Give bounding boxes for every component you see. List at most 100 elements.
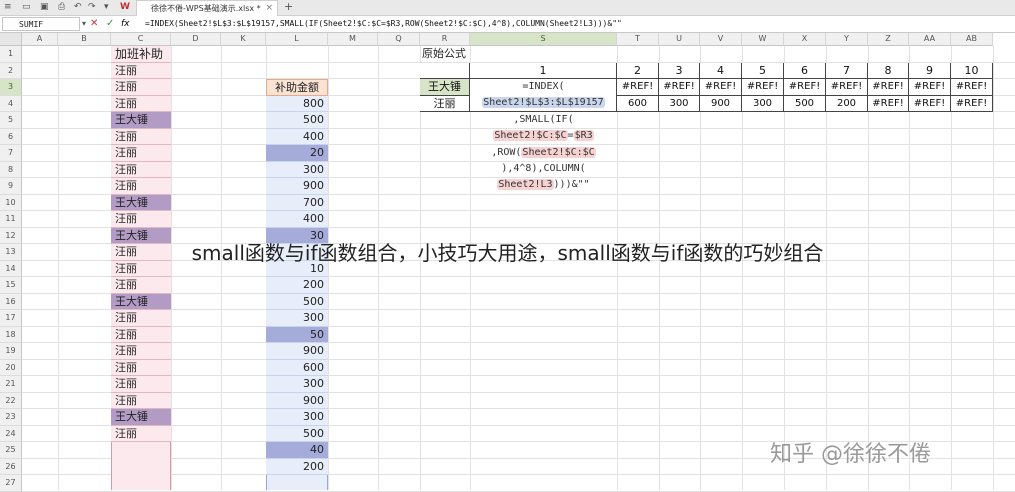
cell-l19[interactable]: 900 [266,343,328,360]
row-header-18[interactable]: 18 [0,326,22,343]
cell-l21[interactable]: 300 [266,376,328,393]
cell-c19[interactable]: 汪丽 [111,343,171,360]
column-header-aa[interactable]: AA [909,33,951,46]
table-col-number[interactable]: 7 [826,62,868,79]
column-header-u[interactable]: U [659,33,700,46]
column-header-d[interactable]: D [171,33,221,46]
cell-l24[interactable]: 500 [266,425,328,442]
row-header-17[interactable]: 17 [0,310,22,327]
column-header-x[interactable]: X [784,33,826,46]
result-cell-r4[interactable]: 500 [784,95,826,112]
table-col-number[interactable]: 5 [742,62,784,79]
result-cell-r4[interactable]: 200 [826,95,868,112]
result-cell-r4[interactable]: #REF! [868,95,909,112]
table-col-number[interactable]: 4 [700,62,742,79]
enter-icon[interactable]: ✓ [106,17,114,31]
row-header-6[interactable]: 6 [0,128,22,145]
cell-l10[interactable]: 700 [266,194,328,211]
new-tab-button[interactable]: + [284,0,293,13]
column-header-q[interactable]: Q [378,33,420,46]
undo-icon[interactable]: ↶ [74,2,82,12]
cell-c7[interactable]: 汪丽 [111,145,171,162]
save-icon[interactable]: ▣ [40,2,49,12]
cell-c10[interactable]: 王大锤 [111,194,171,211]
table-col-number[interactable]: 9 [909,62,951,79]
column-l-header[interactable]: 补助金额 [266,79,328,96]
folder-icon[interactable]: ▭ [22,2,31,12]
column-header-k[interactable]: K [221,33,266,46]
cell-l20[interactable]: 600 [266,359,328,376]
cell-c6[interactable]: 汪丽 [111,128,171,145]
row-header-10[interactable]: 10 [0,194,22,211]
cell-c21[interactable]: 汪丽 [111,376,171,393]
cancel-icon[interactable]: ✕ [90,17,98,31]
cell-c8[interactable]: 汪丽 [111,161,171,178]
select-all-corner[interactable] [0,33,22,46]
column-header-z[interactable]: Z [868,33,909,46]
table-col-number[interactable]: 6 [784,62,826,79]
column-header-y[interactable]: Y [826,33,868,46]
column-header-m[interactable]: M [328,33,378,46]
table-col-number[interactable]: 2 [617,62,659,79]
cell-c20[interactable]: 汪丽 [111,359,171,376]
cell-l4[interactable]: 800 [266,95,328,112]
formula-input[interactable]: =INDEX(Sheet2!$L$3:$L$19157,SMALL(IF(She… [145,17,1010,31]
row-header-1[interactable]: 1 [0,46,22,63]
row-header-8[interactable]: 8 [0,161,22,178]
row-header-5[interactable]: 5 [0,112,22,129]
cell-c3[interactable]: 汪丽 [111,79,171,96]
column-header-w[interactable]: W [742,33,784,46]
result-cell-r4[interactable]: 900 [700,95,742,112]
cell-l25[interactable]: 40 [266,442,328,459]
redo-icon[interactable]: ↷ [88,2,96,12]
result-cell-r3[interactable]: #REF! [742,79,784,96]
result-cell-r3[interactable]: #REF! [617,79,659,96]
cell-l22[interactable]: 900 [266,392,328,409]
cell-l6[interactable]: 400 [266,128,328,145]
result-cell-r3[interactable]: #REF! [826,79,868,96]
row-header-15[interactable]: 15 [0,277,22,294]
row-header-22[interactable]: 22 [0,392,22,409]
row-header-24[interactable]: 24 [0,425,22,442]
cell-c22[interactable]: 汪丽 [111,392,171,409]
row-header-19[interactable]: 19 [0,343,22,360]
result-cell-r3[interactable]: #REF! [659,79,700,96]
cell-c24[interactable]: 汪丽 [111,425,171,442]
column-header-l[interactable]: L [266,33,328,46]
cell-l7[interactable]: 20 [266,145,328,162]
row-header-9[interactable]: 9 [0,178,22,195]
column-header-b[interactable]: B [58,33,111,46]
tab-file[interactable]: 徐徐不倦-WPS基础演示.xlsx * × [136,0,278,16]
cell-l11[interactable]: 400 [266,211,328,228]
result-cell-r3[interactable]: #REF! [700,79,742,96]
row-header-27[interactable]: 27 [0,475,22,492]
row-header-16[interactable]: 16 [0,293,22,310]
row-header-3[interactable]: 3 [0,79,22,96]
row-header-21[interactable]: 21 [0,376,22,393]
row-header-2[interactable]: 2 [0,62,22,79]
cell-c23[interactable]: 王大锤 [111,409,171,426]
fx-icon[interactable]: fx [121,17,130,31]
menu-icon[interactable]: ≡ [4,2,12,12]
result-cell-r4[interactable]: #REF! [951,95,993,112]
row-header-4[interactable]: 4 [0,95,22,112]
cell-c18[interactable]: 汪丽 [111,326,171,343]
table-corner-cell[interactable] [420,62,470,79]
row-header-26[interactable]: 26 [0,458,22,475]
row-header-25[interactable]: 25 [0,442,22,459]
cell-c4[interactable]: 汪丽 [111,95,171,112]
name-cell-r3[interactable]: 王大锤 [420,79,470,96]
result-cell-r3[interactable]: #REF! [909,79,951,96]
cell-c9[interactable]: 汪丽 [111,178,171,195]
column-header-a[interactable]: A [22,33,58,46]
column-header-r[interactable]: R [420,33,470,46]
column-header-c[interactable]: C [111,33,171,46]
cell-l18[interactable]: 50 [266,326,328,343]
table-col-number[interactable]: 3 [659,62,700,79]
table-col-number[interactable]: 1 [470,62,617,79]
result-cell-r4[interactable]: 300 [742,95,784,112]
row-header-7[interactable]: 7 [0,145,22,162]
result-cell-r3[interactable]: #REF! [868,79,909,96]
cell-l5[interactable]: 500 [266,112,328,129]
name-box[interactable]: SUMIF [2,17,80,31]
